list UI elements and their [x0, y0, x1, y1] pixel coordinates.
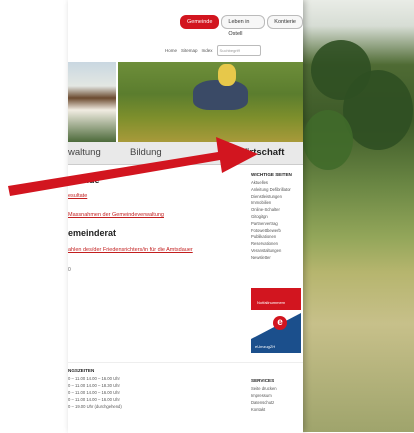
- footer-service-link[interactable]: Seite drucken: [251, 386, 277, 391]
- sidebar-item[interactable]: Veranstaltungen: [251, 248, 301, 255]
- footer-service-link[interactable]: Kontakt: [251, 407, 265, 412]
- sitemap-link[interactable]: Sitemap: [181, 48, 198, 53]
- menu-wirtschaft[interactable]: Wirtschaft: [238, 147, 284, 158]
- main-menu: waltung Bildung Wirtschaft: [68, 142, 303, 165]
- sidebar-item[interactable]: Immobilien: [251, 200, 301, 207]
- heading-gemeinde: meinde: [68, 175, 100, 185]
- heading-gemeinderat: emeinderat: [68, 228, 117, 238]
- footer-service-link[interactable]: Impressum: [251, 393, 272, 398]
- child-shape: [218, 64, 236, 86]
- sidebar-item[interactable]: Gitogitgn: [251, 214, 301, 221]
- sidebar-item[interactable]: Reservationen: [251, 241, 301, 248]
- footer: NGSZEITEN 0 – 11.00 14.00 – 16.00 Uhr 0 …: [68, 362, 303, 433]
- sidebar-item[interactable]: Partnervertrag: [251, 221, 301, 228]
- hero-images: [68, 62, 303, 142]
- footer-hours-row: 0 – 11.00 14.00 – 18.30 Uhr: [68, 383, 120, 388]
- sidebar-item[interactable]: Anleitung Defibrillator: [251, 187, 301, 194]
- house-photo: [68, 62, 116, 142]
- footer-hours-title: NGSZEITEN: [68, 368, 95, 373]
- index-link[interactable]: Index: [202, 48, 213, 53]
- link-resultate[interactable]: esultate: [68, 193, 87, 199]
- nav-kontierie[interactable]: Kontierie: [267, 15, 303, 29]
- notfall-banner[interactable]: Notfallnummern: [251, 276, 301, 310]
- tree-shape: [343, 70, 413, 150]
- search-input[interactable]: Suchbegriff: [216, 45, 261, 56]
- nav-leben[interactable]: Leben in Ostell: [221, 15, 266, 37]
- link-wahlen[interactable]: ahlen des/der Friedensrichters/in für di…: [68, 247, 193, 253]
- nature-background: [303, 0, 414, 432]
- website-page: Gemeinde Leben in Ostell Kontierie Home …: [68, 0, 303, 433]
- content-number: 0: [68, 267, 71, 273]
- footer-hours-row: 0 – 19.00 Uhr (durchgehend): [68, 404, 122, 409]
- page-left-margin: [0, 0, 68, 432]
- tree-shape: [303, 110, 353, 170]
- sidebar-item[interactable]: Dienstleistungen: [251, 194, 301, 201]
- sidebar-item[interactable]: Aktuelles: [251, 180, 301, 187]
- sidebar-item[interactable]: Online-Schalter: [251, 207, 301, 214]
- utility-links: Home Sitemap Index Suchbegriff: [165, 45, 261, 56]
- sidebar-item[interactable]: Newsletter: [251, 255, 301, 262]
- footer-service-link[interactable]: Datenschutz: [251, 400, 274, 405]
- footer-hours-row: 0 – 11.00 14.00 – 16.00 Uhr: [68, 376, 120, 381]
- sidebar-item[interactable]: Publikationen: [251, 234, 301, 241]
- notfall-label: Notfallnummern: [257, 300, 286, 305]
- link-massnahmen[interactable]: Massnahmen der Gemeindeverwaltung: [68, 212, 164, 218]
- footer-services-title: SERVICES: [251, 378, 275, 383]
- top-navigation: Gemeinde Leben in Ostell Kontierie: [180, 15, 303, 37]
- nav-gemeinde[interactable]: Gemeinde: [180, 15, 220, 29]
- e-logo-icon: e: [273, 316, 287, 330]
- sidebar-title: WICHTIGE SEITEN: [251, 172, 292, 177]
- footer-hours-row: 0 – 11.00 14.00 – 16.00 Uhr: [68, 390, 120, 395]
- sidebar-item[interactable]: Fotowettbewerb: [251, 228, 301, 235]
- footer-hours-row: 0 – 11.00 14.00 – 16.00 Uhr: [68, 397, 120, 402]
- menu-bildung[interactable]: Bildung: [130, 147, 162, 158]
- ezug-label: eUmzugZH: [255, 344, 276, 349]
- home-link[interactable]: Home: [165, 48, 177, 53]
- sidebar-important-pages: WICHTIGE SEITEN Aktuelles Anleitung Defi…: [251, 172, 301, 262]
- menu-verwaltung[interactable]: waltung: [68, 147, 101, 158]
- banner-red-area: [251, 288, 301, 310]
- ezug-banner[interactable]: e eUmzugZH: [251, 313, 301, 353]
- family-photo: [118, 62, 303, 142]
